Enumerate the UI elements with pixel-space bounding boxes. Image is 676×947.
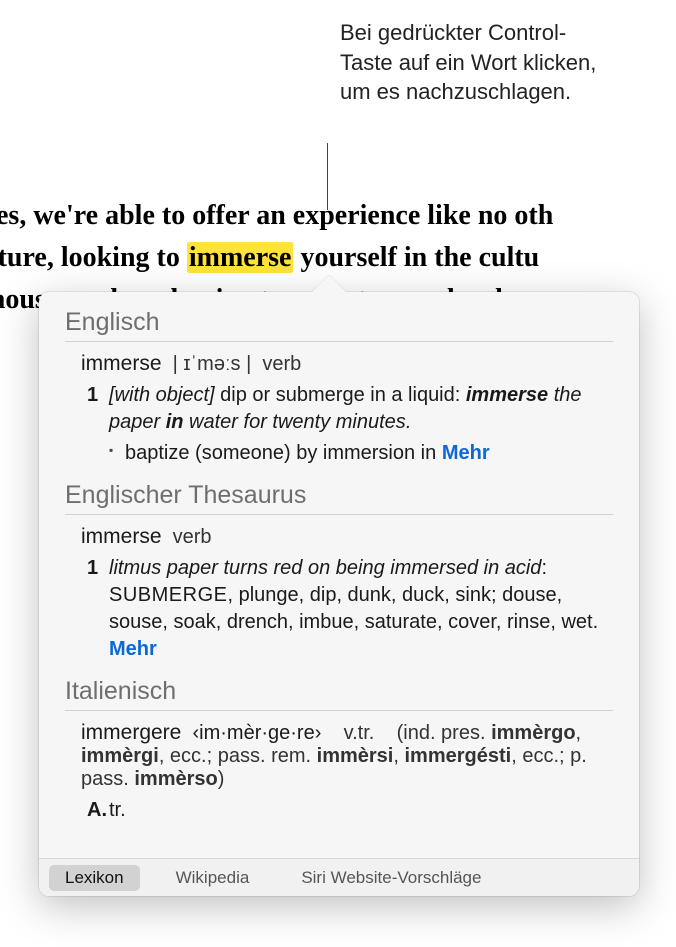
more-link-thesaurus[interactable]: Mehr bbox=[109, 638, 157, 660]
syn-lead: SUBMERGE bbox=[109, 584, 227, 606]
thesaurus-synonyms: SUBMERGE, plunge, dip, dunk, duck, sink;… bbox=[109, 584, 598, 633]
infl-b3: immèrsi bbox=[317, 745, 394, 767]
infl-g: ) bbox=[218, 768, 225, 790]
thesaurus-example: litmus paper turns red on being immersed… bbox=[109, 557, 541, 579]
doc-line1: ckages, we're able to offer an experienc… bbox=[0, 200, 553, 231]
italian-sense-A: A. tr. bbox=[81, 797, 613, 824]
infl-b5: immèrso bbox=[134, 768, 217, 790]
english-headword: immerse bbox=[81, 352, 162, 375]
italian-sense-rest: tr. bbox=[109, 799, 126, 821]
doc-line2b: yourself in the cultu bbox=[293, 242, 539, 273]
tab-lexikon[interactable]: Lexikon bbox=[49, 865, 140, 891]
italian-pos: v.tr. bbox=[344, 722, 375, 744]
italian-headword: immergere bbox=[81, 721, 181, 744]
tab-siri-suggestions[interactable]: Siri Website-Vorschläge bbox=[285, 865, 497, 891]
highlighted-word[interactable]: immerse bbox=[187, 242, 294, 273]
italian-entry: immergere ‹im·mèr·ge·re› v.tr. (ind. pre… bbox=[65, 721, 613, 824]
popover-body: Englisch immerse | ɪˈməːs | verb 1 [with… bbox=[39, 292, 639, 858]
popover-tabbar: Lexikon Wikipedia Siri Website-Vorschläg… bbox=[39, 858, 639, 896]
source-title-english: Englisch bbox=[65, 308, 613, 342]
infl-c: , bbox=[576, 722, 582, 744]
english-sense-1: 1 [with object] dip or submerge in a liq… bbox=[81, 382, 613, 467]
instruction-callout: Bei gedrückter Control-Taste auf ein Wor… bbox=[340, 18, 610, 107]
infl-b1: immèrgo bbox=[491, 722, 575, 744]
sense-letter: A. bbox=[87, 797, 107, 824]
infl-e: , bbox=[393, 745, 404, 767]
english-pos: verb bbox=[262, 353, 301, 375]
italian-syllables: ‹im·mèr·ge·re› bbox=[192, 722, 321, 744]
thesaurus-entry: immerse verb 1 litmus paper turns red on… bbox=[65, 525, 613, 663]
tab-wikipedia[interactable]: Wikipedia bbox=[160, 865, 266, 891]
example-rest: water for twenty minutes bbox=[184, 411, 406, 433]
infl-a: (ind. pres. bbox=[397, 722, 491, 744]
infl-b2: immèrgi bbox=[81, 745, 159, 767]
source-title-thesaurus: Englischer Thesaurus bbox=[65, 481, 613, 515]
source-title-italian: Italienisch bbox=[65, 677, 613, 711]
infl-b4: immergésti bbox=[404, 745, 511, 767]
english-pronunciation: | ɪˈməːs | bbox=[173, 353, 252, 375]
thesaurus-headword: immerse bbox=[81, 525, 162, 548]
thesaurus-sense-1: 1 litmus paper turns red on being immers… bbox=[81, 555, 613, 663]
doc-line2a: dventure, looking to bbox=[0, 242, 187, 273]
sense-number: 1 bbox=[87, 555, 98, 582]
english-subsense: baptize (someone) by immersion in Mehr bbox=[109, 440, 613, 467]
thesaurus-pos: verb bbox=[173, 526, 212, 548]
sense-number: 1 bbox=[87, 382, 98, 409]
example-emph-1: immerse bbox=[466, 384, 548, 406]
english-grammar: [with object] bbox=[109, 384, 215, 406]
lookup-popover: Englisch immerse | ɪˈməːs | verb 1 [with… bbox=[39, 292, 639, 896]
english-entry: immerse | ɪˈməːs | verb 1 [with object] … bbox=[65, 352, 613, 467]
english-subdef: baptize (someone) by immersion in bbox=[125, 442, 436, 464]
infl-d: , ecc.; pass. rem. bbox=[159, 745, 311, 767]
more-link-english[interactable]: Mehr bbox=[442, 442, 490, 464]
example-emph-2: in bbox=[166, 411, 184, 433]
english-definition: dip or submerge in a liquid: bbox=[220, 384, 460, 406]
